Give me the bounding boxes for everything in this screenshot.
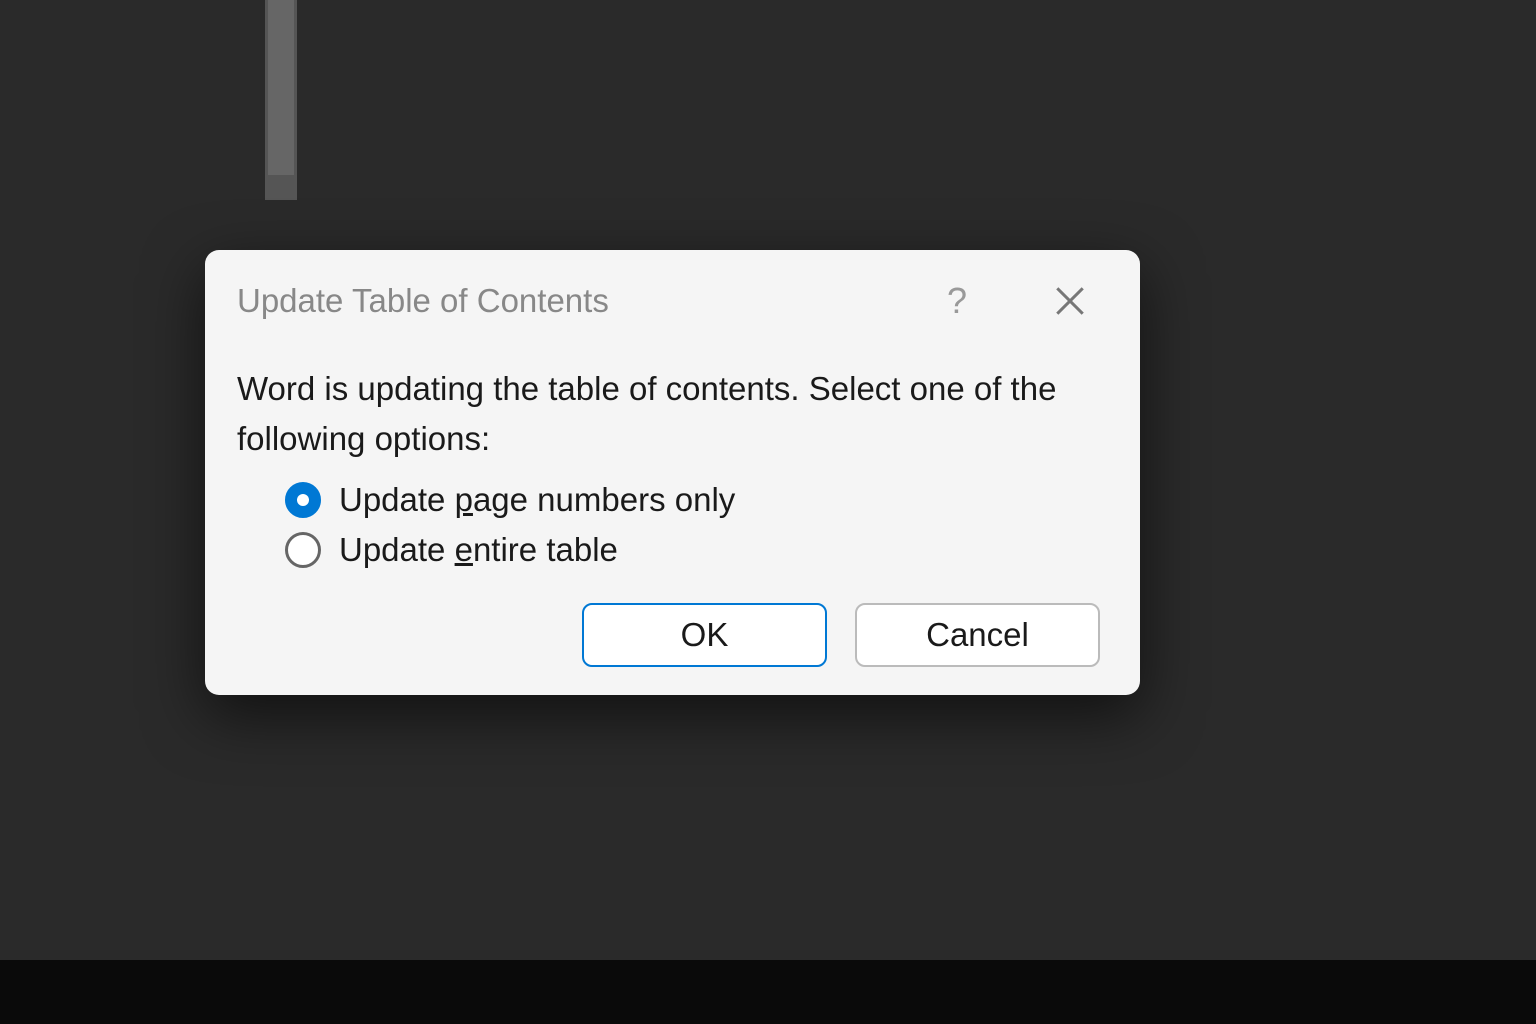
radio-label: Update page numbers only xyxy=(339,481,735,519)
radio-label-part: Update xyxy=(339,481,455,518)
ok-button[interactable]: OK xyxy=(582,603,827,667)
radio-option-entire-table[interactable]: Update entire table xyxy=(285,531,1108,569)
dialog-message: Word is updating the table of contents. … xyxy=(237,364,1108,463)
dialog-button-row: OK Cancel xyxy=(237,603,1108,667)
radio-group: Update page numbers only Update entire t… xyxy=(237,481,1108,569)
update-toc-dialog: Update Table of Contents ? Word is updat… xyxy=(205,250,1140,695)
dialog-header-controls: ? xyxy=(947,280,1108,322)
radio-option-page-numbers-only[interactable]: Update page numbers only xyxy=(285,481,1108,519)
radio-indicator xyxy=(285,482,321,518)
radio-accelerator: e xyxy=(455,531,473,568)
help-icon[interactable]: ? xyxy=(947,280,967,322)
radio-label-part: age numbers only xyxy=(473,481,735,518)
close-icon[interactable] xyxy=(1052,283,1088,319)
radio-label-part: Update xyxy=(339,531,455,568)
dialog-title: Update Table of Contents xyxy=(237,282,609,320)
radio-label: Update entire table xyxy=(339,531,618,569)
dialog-header: Update Table of Contents ? xyxy=(237,280,1108,322)
radio-label-part: ntire table xyxy=(473,531,618,568)
page-edge-inner xyxy=(268,0,294,175)
radio-accelerator: p xyxy=(455,481,473,518)
cancel-button[interactable]: Cancel xyxy=(855,603,1100,667)
radio-indicator xyxy=(285,532,321,568)
bottom-strip xyxy=(0,960,1536,1024)
